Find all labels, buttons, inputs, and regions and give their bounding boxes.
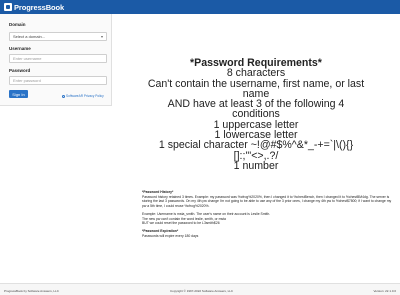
expiration-text: Passwords will expire every 180 days xyxy=(142,233,199,238)
password-label: Password xyxy=(9,68,31,73)
footer-copyright: Copyright © 1997-2022 Software Answers, … xyxy=(170,289,234,293)
info-icon xyxy=(62,94,65,98)
brand-logo: ProgressBook xyxy=(4,2,64,12)
footer-company: ProgressBook by Software Answers, LLC xyxy=(4,289,59,293)
privacy-policy-label: SoftwareAR Privacy Policy xyxy=(66,94,104,98)
brand-name: ProgressBook xyxy=(14,2,65,12)
password-requirements: *Password Requirements* 8 characters Can… xyxy=(112,58,400,172)
progressbook-logo-icon xyxy=(4,3,12,11)
footer: ProgressBook by Software Answers, LLC Co… xyxy=(0,283,400,295)
domain-select[interactable]: Select a domain... ▾ xyxy=(9,32,107,41)
domain-select-value: Select a domain... xyxy=(13,34,46,39)
requirement-line: 1 number xyxy=(233,159,279,172)
username-input[interactable] xyxy=(9,54,107,63)
history-text: Password history retained 3 times. Examp… xyxy=(142,194,392,209)
password-input[interactable] xyxy=(9,76,107,85)
privacy-policy-link[interactable]: SoftwareAR Privacy Policy xyxy=(62,94,104,98)
sign-in-button[interactable]: Sign In xyxy=(9,90,28,98)
top-bar: ProgressBook xyxy=(0,0,400,14)
main-content: *Password Requirements* 8 characters Can… xyxy=(112,14,400,279)
domain-label: Domain xyxy=(9,22,26,27)
footer-version: Version: 22.1.0.0 xyxy=(373,289,396,293)
login-panel: Domain Select a domain... ▾ Username Pas… xyxy=(0,14,112,106)
chevron-down-icon: ▾ xyxy=(100,34,103,39)
password-details: *Password History* Password history reta… xyxy=(142,190,392,238)
username-label: Username xyxy=(9,46,31,51)
